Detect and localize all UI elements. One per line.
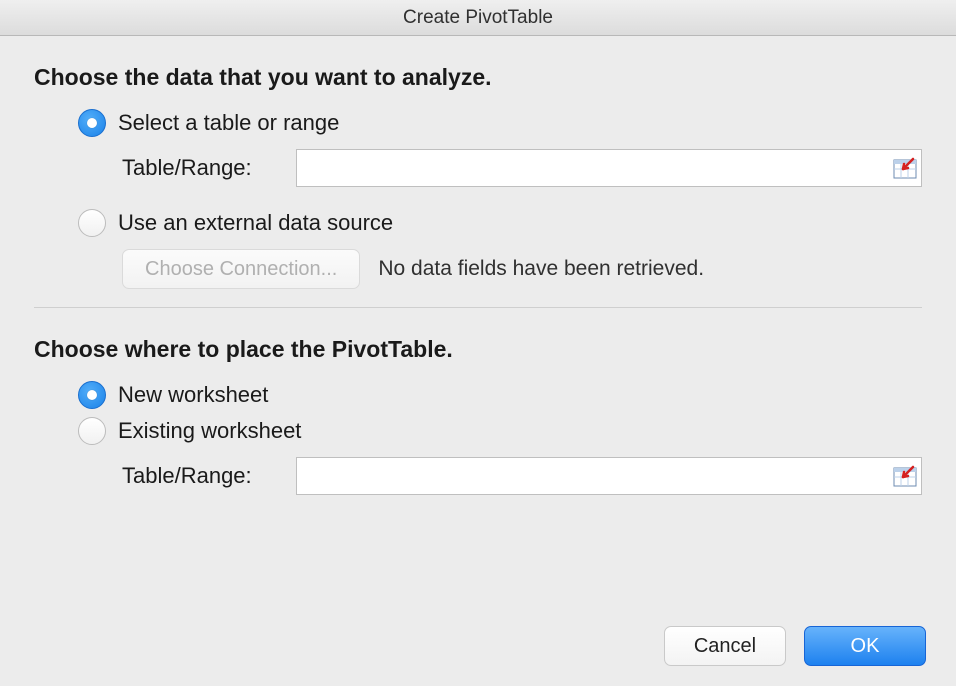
status-no-data-fields: No data fields have been retrieved. [378, 257, 704, 281]
row-choose-connection: Choose Connection... No data fields have… [122, 249, 922, 289]
heading-choose-data: Choose the data that you want to analyze… [34, 64, 922, 91]
radio-row-external-source[interactable]: Use an external data source [78, 209, 922, 237]
radio-row-select-range[interactable]: Select a table or range [78, 109, 922, 137]
section-divider [34, 307, 922, 308]
section-choose-location: Choose where to place the PivotTable. Ne… [34, 336, 922, 495]
dialog-footer: Cancel OK [664, 626, 926, 666]
field-row-table-range-source: Table/Range: [122, 149, 922, 187]
label-table-range-source: Table/Range: [122, 155, 282, 181]
dialog-content: Choose the data that you want to analyze… [0, 36, 956, 495]
cancel-button[interactable]: Cancel [664, 626, 786, 666]
collapse-dialog-icon[interactable] [893, 157, 917, 179]
input-table-range-dest[interactable] [297, 458, 893, 494]
radio-label-new-worksheet: New worksheet [118, 382, 268, 408]
radio-existing-worksheet[interactable] [78, 417, 106, 445]
choose-connection-button: Choose Connection... [122, 249, 360, 289]
radio-label-select-range: Select a table or range [118, 110, 339, 136]
radio-label-external-source: Use an external data source [118, 210, 393, 236]
field-row-table-range-dest: Table/Range: [122, 457, 922, 495]
input-table-range-source[interactable] [297, 150, 893, 186]
section-choose-data: Choose the data that you want to analyze… [34, 64, 922, 289]
input-wrap-table-range-dest [296, 457, 922, 495]
ok-button[interactable]: OK [804, 626, 926, 666]
radio-label-existing-worksheet: Existing worksheet [118, 418, 301, 444]
radio-row-new-worksheet[interactable]: New worksheet [78, 381, 922, 409]
dialog-title: Create PivotTable [403, 7, 553, 29]
label-table-range-dest: Table/Range: [122, 463, 282, 489]
collapse-dialog-icon[interactable] [893, 465, 917, 487]
heading-choose-location: Choose where to place the PivotTable. [34, 336, 922, 363]
input-wrap-table-range-source [296, 149, 922, 187]
radio-new-worksheet[interactable] [78, 381, 106, 409]
radio-row-existing-worksheet[interactable]: Existing worksheet [78, 417, 922, 445]
dialog-titlebar: Create PivotTable [0, 0, 956, 36]
radio-select-range[interactable] [78, 109, 106, 137]
radio-external-source[interactable] [78, 209, 106, 237]
